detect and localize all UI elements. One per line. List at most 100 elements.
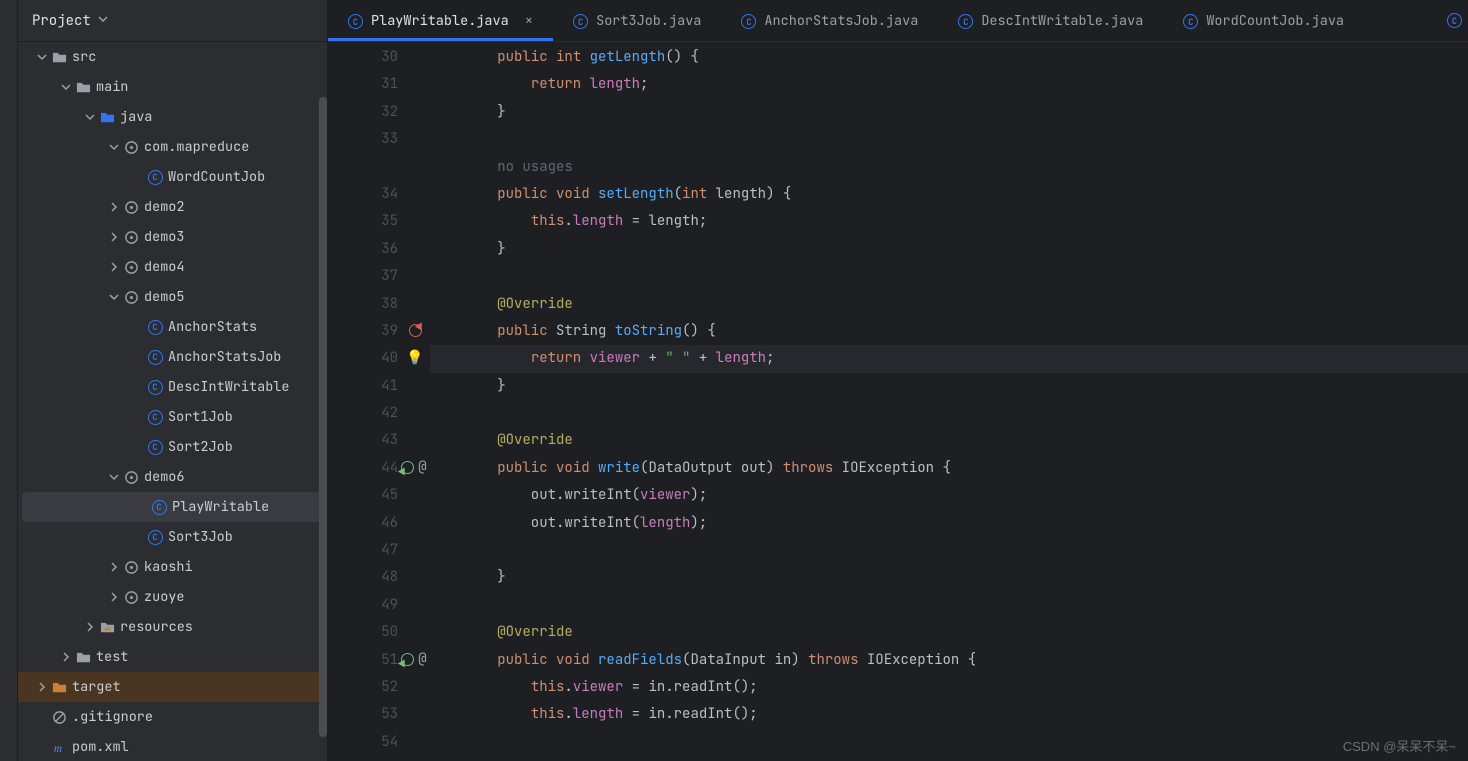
code-line[interactable]: @Override [430,619,1468,646]
code-line[interactable]: } [430,373,1468,400]
implements-icon[interactable]: @ [396,651,432,669]
tab-descintwritable-java[interactable]: CDescIntWritable.java [938,0,1163,41]
tree-item-sort1job[interactable]: CSort1Job [18,402,327,432]
chevron-right-icon[interactable] [58,652,74,662]
gutter-line[interactable]: 33 [328,126,430,153]
code-line[interactable]: this.length = length; [430,208,1468,235]
intention-bulb-icon[interactable]: 💡 [406,349,424,367]
gutter-line[interactable]: 34 [328,181,430,208]
chevron-right-icon[interactable] [106,202,122,212]
implements-icon[interactable]: @ [396,459,432,477]
gutter-line[interactable]: 31 [328,71,430,98]
code-line[interactable] [430,729,1468,756]
tab-overflow[interactable]: C [1435,0,1468,41]
chevron-right-icon[interactable] [106,562,122,572]
gutter-line[interactable]: 39 [328,318,430,345]
tree-item-demo3[interactable]: demo3 [18,222,327,252]
chevron-down-icon[interactable] [106,292,122,302]
code-line[interactable] [430,592,1468,619]
gutter-line[interactable]: 47 [328,537,430,564]
tree-item-kaoshi[interactable]: kaoshi [18,552,327,582]
tab-anchorstatsjob-java[interactable]: CAnchorStatsJob.java [721,0,938,41]
code-line[interactable]: return length; [430,71,1468,98]
code-line[interactable] [430,400,1468,427]
tree-item-sort2job[interactable]: CSort2Job [18,432,327,462]
code-line[interactable]: this.viewer = in.readInt(); [430,674,1468,701]
chevron-down-icon[interactable] [58,82,74,92]
tree-item-resources[interactable]: resources [18,612,327,642]
gutter-line[interactable]: 42 [328,400,430,427]
code-line[interactable]: public void write(DataOutput out) throws… [430,455,1468,482]
tree-item-demo5[interactable]: demo5 [18,282,327,312]
code-line[interactable]: out.writeInt(viewer); [430,482,1468,509]
tree-item-zuoye[interactable]: zuoye [18,582,327,612]
inlay-hint[interactable]: no usages [430,154,1468,181]
gutter-line[interactable]: 46 [328,510,430,537]
gutter-line[interactable]: 36 [328,236,430,263]
tab-playwritable-java[interactable]: CPlayWritable.java× [328,0,553,41]
tree-item-com-mapreduce[interactable]: com.mapreduce [18,132,327,162]
gutter-line[interactable]: 37 [328,263,430,290]
tree-item-demo6[interactable]: demo6 [18,462,327,492]
code-line[interactable]: public void setLength(int length) { [430,181,1468,208]
gutter-line[interactable]: 38 [328,291,430,318]
tree-item-demo4[interactable]: demo4 [18,252,327,282]
gutter-line[interactable]: 43 [328,427,430,454]
gutter-line[interactable]: 54 [328,729,430,756]
chevron-right-icon[interactable] [34,682,50,692]
tree-item-descintwritable[interactable]: CDescIntWritable [18,372,327,402]
gutter-line[interactable]: 41 [328,373,430,400]
tab-wordcountjob-java[interactable]: CWordCountJob.java [1163,0,1364,41]
tree-scrollbar[interactable] [319,97,327,737]
tree-item-sort3job[interactable]: CSort3Job [18,522,327,552]
code-line[interactable]: out.writeInt(length); [430,510,1468,537]
tree-item-test[interactable]: test [18,642,327,672]
tree-item-java[interactable]: java [18,102,327,132]
gutter-line[interactable]: 32 [328,99,430,126]
gutter-line[interactable]: 35 [328,208,430,235]
code-content[interactable]: public int getLength() { return length; … [430,42,1468,761]
gutter[interactable]: 30313233 34353637383940💡41424344@45464748… [328,42,430,761]
tab-sort3job-java[interactable]: CSort3Job.java [553,0,721,41]
gutter-line[interactable] [328,154,430,181]
gutter-line[interactable]: 30 [328,44,430,71]
tree-item-target[interactable]: target [18,672,327,702]
chevron-down-icon[interactable] [82,112,98,122]
chevron-down-icon[interactable] [34,52,50,62]
gutter-line[interactable]: 52 [328,674,430,701]
gutter-line[interactable]: 50 [328,619,430,646]
tree-item-playwritable[interactable]: CPlayWritable [22,492,323,522]
code-line[interactable]: } [430,236,1468,263]
project-tree[interactable]: srcmainjavacom.mapreduceCWordCountJob dem… [18,42,327,761]
gutter-line[interactable]: 51@ [328,647,430,674]
gutter-line[interactable]: 44@ [328,455,430,482]
tree-item-pom-xml[interactable]: mpom.xml [18,732,327,761]
tree-item-src[interactable]: src [18,42,327,72]
chevron-down-icon[interactable] [106,472,122,482]
gutter-line[interactable]: 49 [328,592,430,619]
chevron-down-icon[interactable] [106,142,122,152]
chevron-right-icon[interactable] [106,262,122,272]
left-tool-strip[interactable] [0,0,18,761]
code-line[interactable]: this.length = in.readInt(); [430,701,1468,728]
code-line[interactable]: @Override [430,291,1468,318]
code-line[interactable] [430,263,1468,290]
tree-item-anchorstats[interactable]: CAnchorStats [18,312,327,342]
chevron-right-icon[interactable] [106,232,122,242]
code-line[interactable]: public String toString() { [430,318,1468,345]
override-icon[interactable] [406,322,424,340]
gutter-line[interactable]: 45 [328,482,430,509]
chevron-right-icon[interactable] [106,592,122,602]
gutter-line[interactable]: 48 [328,564,430,591]
code-line[interactable]: @Override [430,427,1468,454]
gutter-line[interactable]: 53 [328,701,430,728]
close-icon[interactable]: × [525,12,533,30]
tree-item-anchorstatsjob[interactable]: CAnchorStatsJob [18,342,327,372]
gutter-line[interactable]: 40💡 [328,345,430,372]
tree-item-main[interactable]: main [18,72,327,102]
code-line[interactable]: public void readFields(DataInput in) thr… [430,647,1468,674]
project-panel-header[interactable]: Project [18,0,327,42]
tree-item-wordcountjob[interactable]: CWordCountJob [18,162,327,192]
code-line[interactable] [430,126,1468,153]
editor-body[interactable]: 30313233 34353637383940💡41424344@45464748… [328,42,1468,761]
